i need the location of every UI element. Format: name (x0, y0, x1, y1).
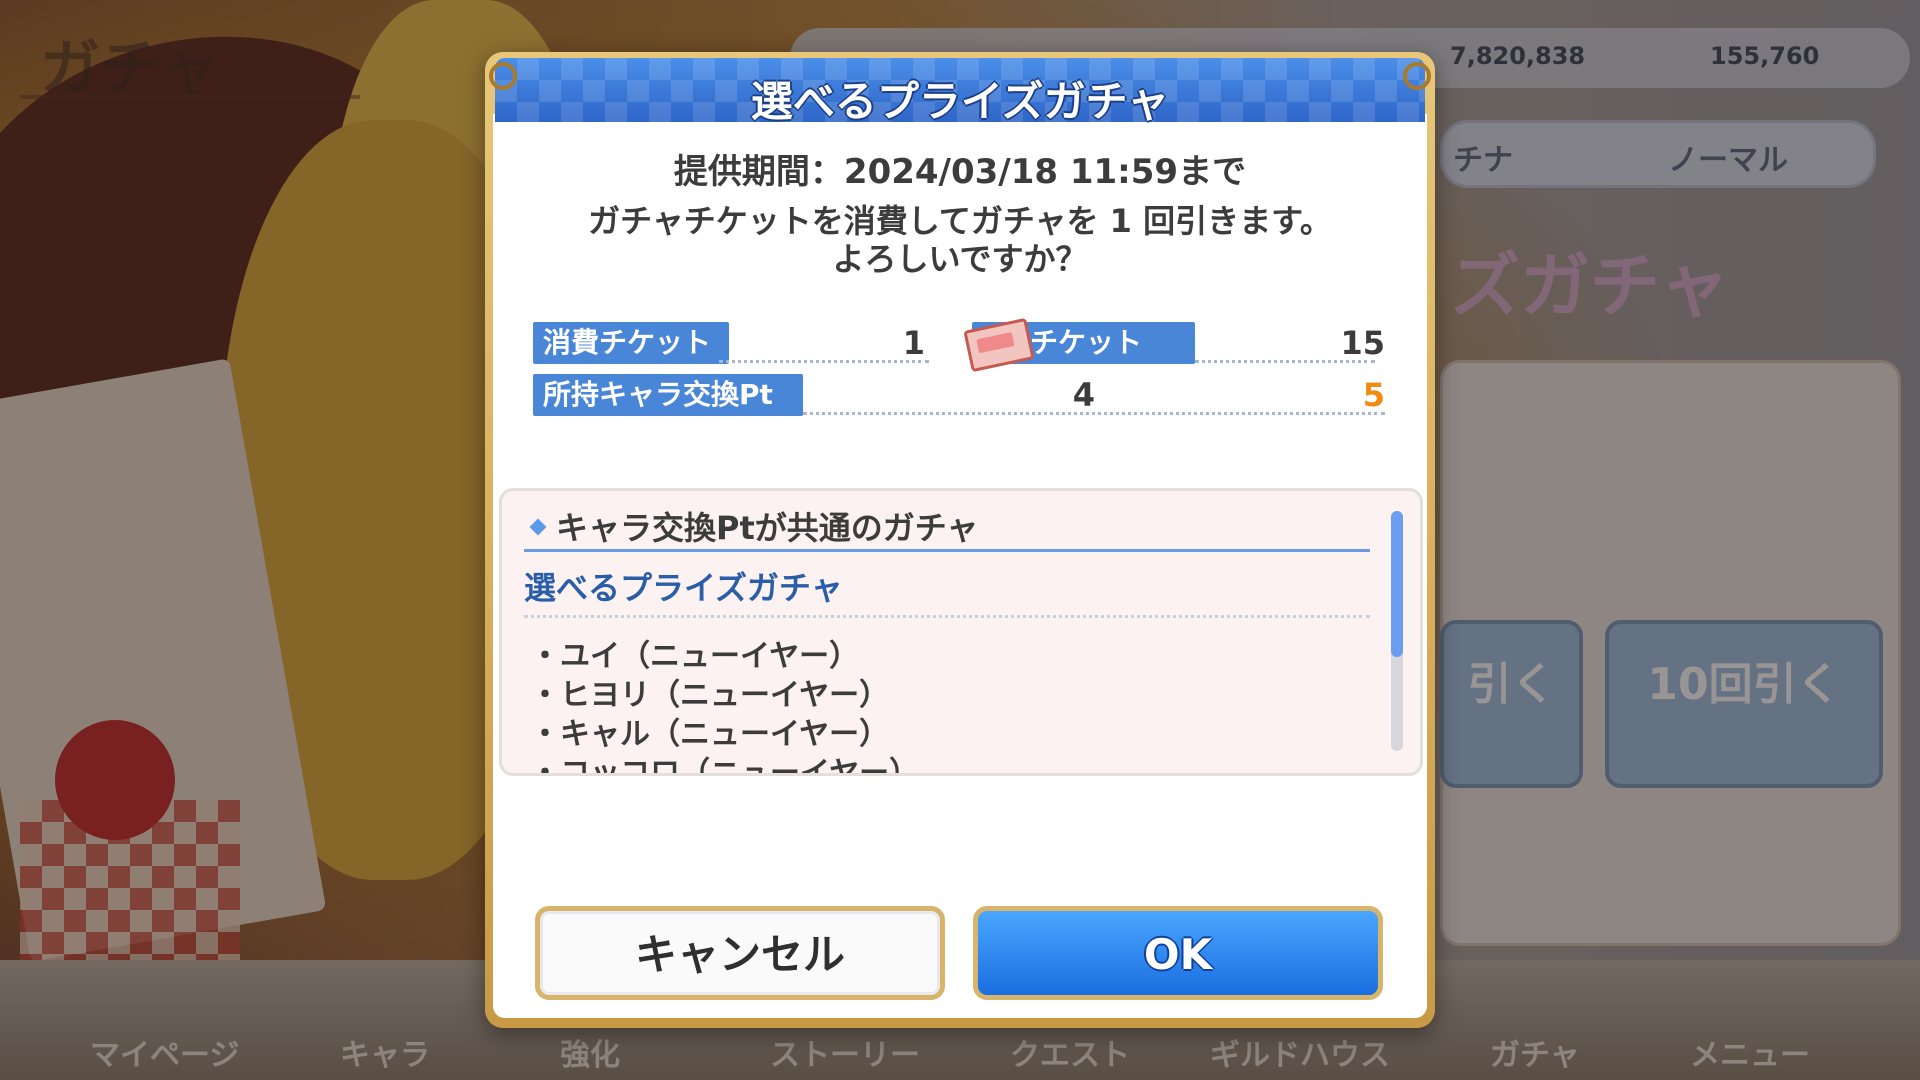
nav-gacha[interactable]: ガチャ (1490, 1030, 1580, 1074)
roll-10-button[interactable]: 10回引く (1605, 620, 1883, 788)
tab-normal[interactable]: ノーマル (1668, 135, 1788, 179)
corner-ornament-icon (1403, 62, 1431, 90)
dialog-header: 選べるプライズガチャ (495, 58, 1425, 126)
confirm-message: ガチャチケットを消費してガチャを 1 回引きます。 よろしいですか？ (485, 202, 1435, 278)
roll-1-button[interactable]: 引く (1440, 620, 1583, 788)
corner-ornament-icon (489, 62, 517, 90)
nav-guildhouse[interactable]: ギルドハウス (1210, 1030, 1390, 1074)
diamond-bullet-icon (529, 518, 547, 536)
screen-title: ガチャ (40, 34, 220, 104)
confirm-message-line1: ガチャチケットを消費してガチャを 1 回引きます。 (588, 202, 1332, 240)
dialog-title: 選べるプライズガチャ (750, 77, 1170, 126)
exchange-pt-label: 所持キャラ交換Pt (533, 374, 803, 416)
screen-title-underline (20, 95, 360, 99)
list-item: ・キャル（ニューイヤー） (530, 717, 890, 752)
nav-character[interactable]: キャラ (340, 1030, 430, 1074)
confirm-message-line2: よろしいですか？ (832, 240, 1088, 278)
shared-gacha-list[interactable]: キャラ交換Ptが共通のガチャ 選べるプライズガチャ ・ユイ（ニューイヤー） ・ヒ… (499, 488, 1423, 776)
list-subheader-divider (524, 615, 1370, 618)
ok-button[interactable]: OK (973, 906, 1383, 1000)
exchange-pt-after: 5 (1362, 376, 1385, 414)
list-scrollbar-thumb[interactable] (1391, 511, 1403, 657)
nav-enhance[interactable]: 強化 (560, 1030, 620, 1074)
consume-ticket-value: 1 (902, 324, 925, 362)
character-hat-art (0, 0, 504, 517)
offer-period: 提供期間：2024/03/18 11:59まで (673, 152, 1247, 192)
cancel-button[interactable]: キャンセル (535, 906, 945, 1000)
decorative-card-art (0, 358, 327, 962)
list-item: ・ユイ（ニューイヤー） (530, 639, 860, 674)
list-item: ・ヒヨリ（ニューイヤー） (530, 678, 890, 713)
currency-jewels: 7,820,838 (1450, 42, 1586, 70)
character-list: ・ユイ（ニューイヤー） ・ヒヨリ（ニューイヤー） ・キャル（ニューイヤー） ・コ… (530, 637, 920, 776)
nav-menu[interactable]: メニュー (1690, 1030, 1810, 1074)
gacha-confirm-dialog: 選べるプライズガチャ 提供期間：2024/03/18 11:59まで ガチャチケ… (485, 52, 1435, 1028)
gacha-info-panel (1440, 360, 1901, 946)
exchange-pt-before: 4 (1072, 376, 1095, 414)
gacha-tabs: チナ ノーマル (1440, 120, 1876, 188)
nav-quest[interactable]: クエスト (1010, 1030, 1130, 1074)
nav-mypage[interactable]: マイページ (90, 1030, 239, 1074)
currency-gems: 155,760 (1710, 42, 1820, 70)
list-subheader: 選べるプライズガチャ (524, 569, 843, 607)
checker-pattern-art (20, 800, 240, 1000)
ticket-value: 15 (1340, 324, 1385, 362)
nav-story[interactable]: ストーリー (770, 1030, 920, 1074)
tab-partial[interactable]: チナ (1453, 135, 1513, 179)
consume-ticket-label: 消費チケット (533, 322, 729, 364)
list-header: キャラ交換Ptが共通のガチャ (556, 509, 979, 547)
plum-flower-icon (55, 720, 175, 840)
list-header-underline (524, 549, 1370, 552)
list-item: ・コッコロ（ニューイヤー） (530, 756, 920, 776)
gacha-banner-text: ズガチャ (1450, 245, 1730, 327)
